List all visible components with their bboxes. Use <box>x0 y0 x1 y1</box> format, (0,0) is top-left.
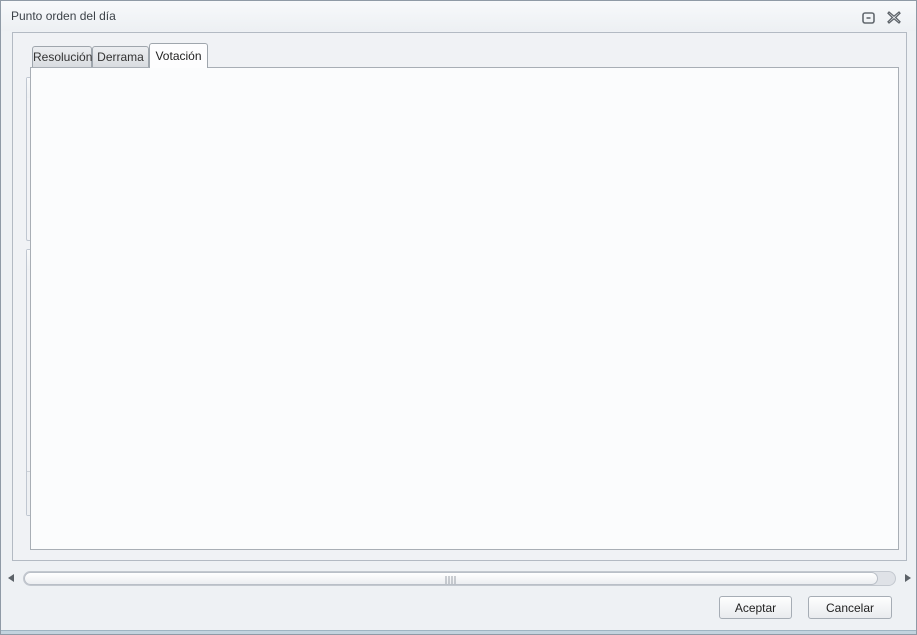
dialog-scroll-left-icon <box>8 574 14 582</box>
cancelar-label: Cancelar <box>826 601 874 615</box>
punto-orden-dialog: Punto orden del día Resolución Derrama V… <box>0 0 917 635</box>
tab-derrama-label: Derrama <box>97 50 144 64</box>
dialog-hscrollbar <box>1 568 917 588</box>
aceptar-label: Aceptar <box>735 601 776 615</box>
tab-resolucion[interactable]: Resolución <box>32 46 92 68</box>
dialog-scroll-right-icon <box>905 574 911 582</box>
dialog-hscrollbar-thumb[interactable] <box>24 572 878 585</box>
window-title: Punto orden del día <box>11 9 116 23</box>
tab-votacion-label: Votación <box>155 49 201 63</box>
tab-resolucion-label: Resolución <box>33 50 92 64</box>
cancelar-button[interactable]: Cancelar <box>808 596 892 619</box>
aceptar-button[interactable]: Aceptar <box>719 596 792 619</box>
dialog-scrollbar-grip-icon <box>445 576 456 584</box>
titlebar: Punto orden del día <box>1 1 916 31</box>
dialog-scroll-left-button[interactable] <box>3 571 19 586</box>
tab-votacion[interactable]: Votación <box>149 43 208 68</box>
restore-icon[interactable] <box>860 10 876 25</box>
tab-derrama[interactable]: Derrama <box>92 46 149 68</box>
window-frame-bottom <box>1 630 916 634</box>
dialog-hscrollbar-track[interactable] <box>23 571 896 586</box>
dialog-scroll-right-button[interactable] <box>900 571 916 586</box>
tabpage-votacion <box>30 67 899 550</box>
close-icon[interactable] <box>886 10 902 25</box>
